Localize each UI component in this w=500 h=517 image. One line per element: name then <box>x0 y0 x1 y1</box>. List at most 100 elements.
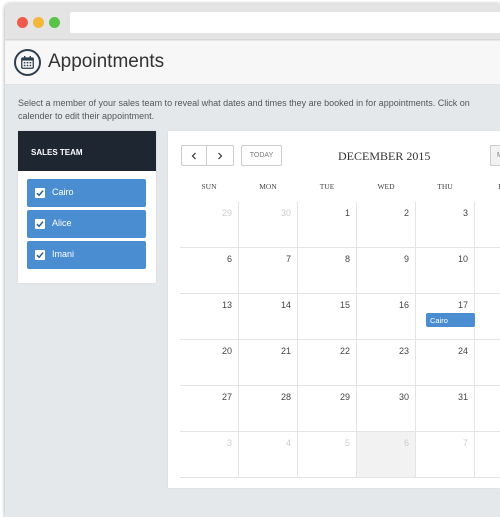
previous-month-button[interactable] <box>181 145 207 166</box>
sales-team-panel: SALES TEAM Cairo Alice Imani <box>18 131 156 283</box>
calendar-day-cell[interactable]: 28 <box>239 386 298 432</box>
chevron-left-icon <box>191 152 196 159</box>
calendar-day-cell[interactable]: 24 <box>416 340 475 386</box>
calendar-day-cell[interactable]: 4 <box>475 202 500 248</box>
day-number: 30 <box>280 208 291 218</box>
day-number: 5 <box>344 438 350 448</box>
maximize-window-dot[interactable] <box>49 17 60 28</box>
day-number: 7 <box>285 254 291 264</box>
sales-team-title: SALES TEAM <box>18 131 156 171</box>
address-bar[interactable] <box>70 12 500 33</box>
next-month-button[interactable] <box>206 145 234 166</box>
calendar-day-cell[interactable]: 20 <box>180 340 239 386</box>
day-number: 24 <box>457 346 468 356</box>
day-number: 22 <box>339 346 350 356</box>
calendar-day-cell[interactable]: 30 <box>357 386 416 432</box>
day-number: 13 <box>221 300 232 310</box>
weekday-label: MON <box>259 182 277 191</box>
calendar-day-cell[interactable]: 18 <box>475 294 500 340</box>
day-number: 30 <box>398 392 409 402</box>
calendar-icon <box>14 49 41 76</box>
calendar-day-cell[interactable]: 13 <box>180 294 239 340</box>
minimize-window-dot[interactable] <box>33 17 44 28</box>
calendar-day-cell[interactable]: 8 <box>298 248 357 294</box>
calendar-day-cell[interactable]: 22 <box>298 340 357 386</box>
appointment-event-cairo[interactable]: Cairo <box>426 313 475 327</box>
calendar-day-cell[interactable]: 29 <box>180 202 239 248</box>
calendar-day-cell[interactable]: 21 <box>239 340 298 386</box>
weekday-label: TUE <box>319 182 335 191</box>
month-view-button[interactable]: M <box>490 145 500 166</box>
weekday-label: WED <box>377 182 395 191</box>
day-number: 16 <box>398 300 409 310</box>
calendar-day-cell[interactable]: 3 <box>416 202 475 248</box>
calendar-day-cell[interactable]: 6 <box>180 248 239 294</box>
month-grid: 2930123467891011131415161718202122232425… <box>180 202 500 479</box>
day-number: 21 <box>280 346 291 356</box>
day-number: 8 <box>344 254 350 264</box>
sales-team-member-cairo[interactable]: Cairo <box>27 179 146 207</box>
calendar-day-cell[interactable]: 7 <box>239 248 298 294</box>
checkmark-icon <box>36 190 44 197</box>
member-name: Cairo <box>52 187 74 197</box>
day-number: 14 <box>280 300 291 310</box>
calendar-day-cell[interactable]: 31 <box>416 386 475 432</box>
calendar-day-cell[interactable]: 11 <box>475 248 500 294</box>
sales-team-member-alice[interactable]: Alice <box>27 210 146 238</box>
calendar-day-cell[interactable]: 23 <box>357 340 416 386</box>
chevron-right-icon <box>218 152 223 159</box>
calendar-day-cell[interactable]: 1 <box>475 386 500 432</box>
calendar-day-cell[interactable]: 7 <box>416 432 475 478</box>
day-number: 4 <box>285 438 291 448</box>
calendar-day-cell[interactable]: 10 <box>416 248 475 294</box>
member-checkbox[interactable] <box>35 250 45 260</box>
day-number: 6 <box>403 438 409 448</box>
checkmark-icon <box>36 221 44 228</box>
calendar-day-cell[interactable]: 2 <box>357 202 416 248</box>
weekday-label: FRI <box>475 182 500 191</box>
day-number: 29 <box>221 208 232 218</box>
calendar-day-cell[interactable]: 5 <box>298 432 357 478</box>
day-number: 15 <box>339 300 350 310</box>
calendar-day-cell[interactable]: 9 <box>357 248 416 294</box>
day-number: 2 <box>403 208 409 218</box>
member-checkbox[interactable] <box>35 219 45 229</box>
day-number: 3 <box>226 438 232 448</box>
calendar-day-cell[interactable]: 4 <box>239 432 298 478</box>
calendar-day-cell[interactable]: 27 <box>180 386 239 432</box>
weekday-label: THU <box>437 182 453 191</box>
day-number: 6 <box>226 254 232 264</box>
day-number: 9 <box>403 254 409 264</box>
page-title: Appointments <box>48 51 165 72</box>
day-number: 29 <box>339 392 350 402</box>
calendar-day-cell[interactable]: 16 <box>357 294 416 340</box>
member-checkbox[interactable] <box>35 188 45 198</box>
member-name: Imani <box>52 249 75 259</box>
day-number: 28 <box>280 392 291 402</box>
calendar-day-cell[interactable]: 30 <box>239 202 298 248</box>
checkmark-icon <box>36 252 44 259</box>
calendar-day-cell[interactable]: 29 <box>298 386 357 432</box>
day-number: 31 <box>457 392 468 402</box>
calendar-day-cell[interactable]: 15 <box>298 294 357 340</box>
day-number: 7 <box>462 438 468 448</box>
day-number: 27 <box>221 392 232 402</box>
day-number: 3 <box>462 208 468 218</box>
day-number: 1 <box>344 208 350 218</box>
calendar-panel: TODAY DECEMBER 2015 M SUN MON TUE WED THU FRI… <box>168 131 500 488</box>
calendar-day-cell[interactable]: 6 <box>357 432 416 478</box>
calendar-day-cell[interactable]: 3 <box>180 432 239 478</box>
day-number: 17 <box>457 300 468 310</box>
day-number: 20 <box>221 346 232 356</box>
sales-team-member-imani[interactable]: Imani <box>27 241 146 269</box>
calendar-day-cell[interactable]: 1 <box>298 202 357 248</box>
calendar-day-cell[interactable]: 25 <box>475 340 500 386</box>
calendar-day-cell[interactable]: 8 <box>475 432 500 478</box>
close-window-dot[interactable] <box>17 17 28 28</box>
instructions-text: Select a member of your sales team to re… <box>18 98 470 121</box>
app-header: Appointments <box>5 41 500 85</box>
month-title: DECEMBER 2015 <box>338 149 431 163</box>
calendar-day-cell[interactable]: 14 <box>239 294 298 340</box>
app-window: Appointments Select a member of your sal… <box>5 3 500 517</box>
today-button[interactable]: TODAY <box>241 145 282 166</box>
